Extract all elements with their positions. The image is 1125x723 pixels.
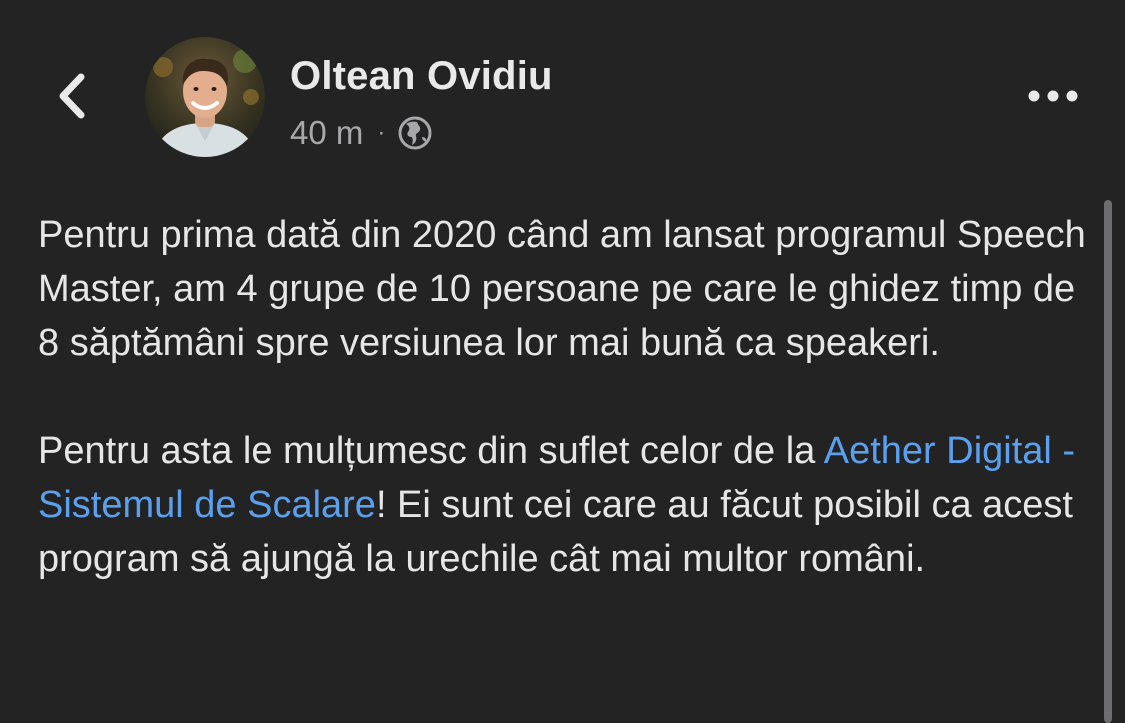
post-paragraph-1: Pentru prima dată din 2020 când am lansa… [38,214,1086,364]
post-text: Pentru prima dată din 2020 când am lansa… [38,208,1088,586]
author-name[interactable]: Oltean Ovidiu [290,54,553,99]
avatar-photo [145,37,265,157]
chevron-left-icon [59,73,85,119]
globe-icon[interactable] [397,115,433,151]
scrollbar[interactable] [1104,200,1112,723]
post-header: Oltean Ovidiu 40 m · [0,0,1125,180]
more-options-button[interactable] [1022,76,1084,116]
meta-separator: · [377,119,386,146]
paragraph-2-intro: Pentru asta le mulțumesc din suflet celo… [38,430,824,472]
post-paragraph-2: Pentru asta le mulțumesc din suflet celo… [38,424,1088,586]
back-button[interactable] [44,68,100,124]
avatar[interactable] [145,37,265,157]
post-timestamp[interactable]: 40 m [290,114,363,152]
more-horizontal-icon [1028,90,1078,102]
post-meta: 40 m · [290,112,433,154]
